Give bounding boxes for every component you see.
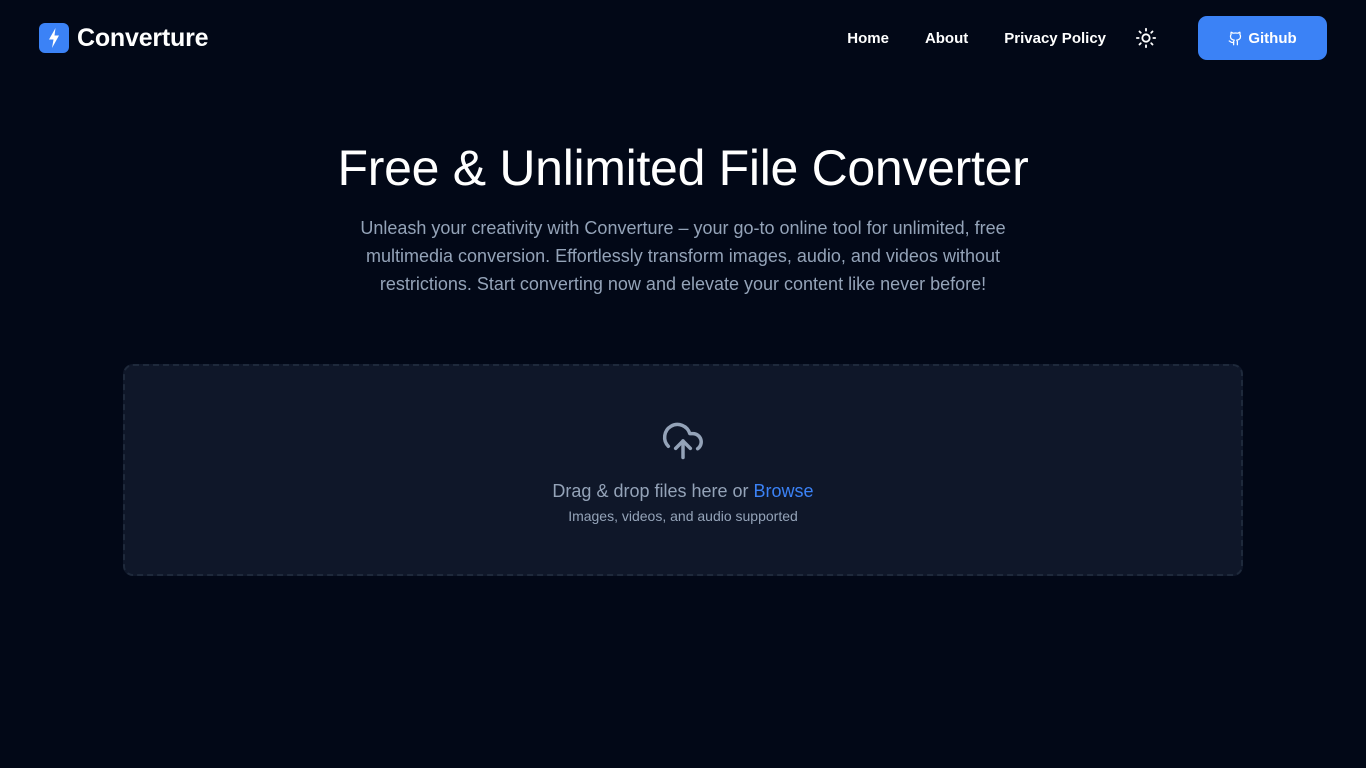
theme-toggle-button[interactable] — [1134, 26, 1158, 50]
brand-name: Converture — [77, 23, 209, 52]
nav-link-about[interactable]: About — [925, 30, 968, 47]
sun-icon — [1135, 27, 1157, 49]
nav-menu: Home About Privacy Policy Github — [847, 16, 1327, 60]
dropzone-text: Drag & drop files here or — [552, 480, 749, 501]
dropzone-supported-types: Images, videos, and audio supported — [568, 507, 798, 524]
nav-link-privacy-policy[interactable]: Privacy Policy — [1004, 30, 1106, 47]
cloud-upload-icon — [662, 422, 703, 459]
nav-link-home[interactable]: Home — [847, 30, 889, 47]
github-button-label: Github — [1248, 29, 1297, 47]
page-title: Free & Unlimited File Converter — [337, 140, 1029, 196]
lightning-bolt-icon — [39, 23, 69, 53]
file-dropzone[interactable]: Drag & drop files here or Browse Images,… — [123, 364, 1243, 576]
github-button[interactable]: Github — [1198, 16, 1327, 60]
github-icon — [1228, 31, 1242, 45]
hero-section: Free & Unlimited File Converter Unleash … — [0, 136, 1366, 298]
brand-logo-link[interactable]: Converture — [39, 23, 209, 53]
dropzone-instructions: Drag & drop files here or Browse — [552, 481, 813, 502]
hero-description: Unleash your creativity with Converture … — [360, 218, 1006, 294]
navbar: Converture Home About Privacy Policy Git… — [0, 0, 1366, 76]
browse-link[interactable]: Browse — [754, 481, 814, 501]
